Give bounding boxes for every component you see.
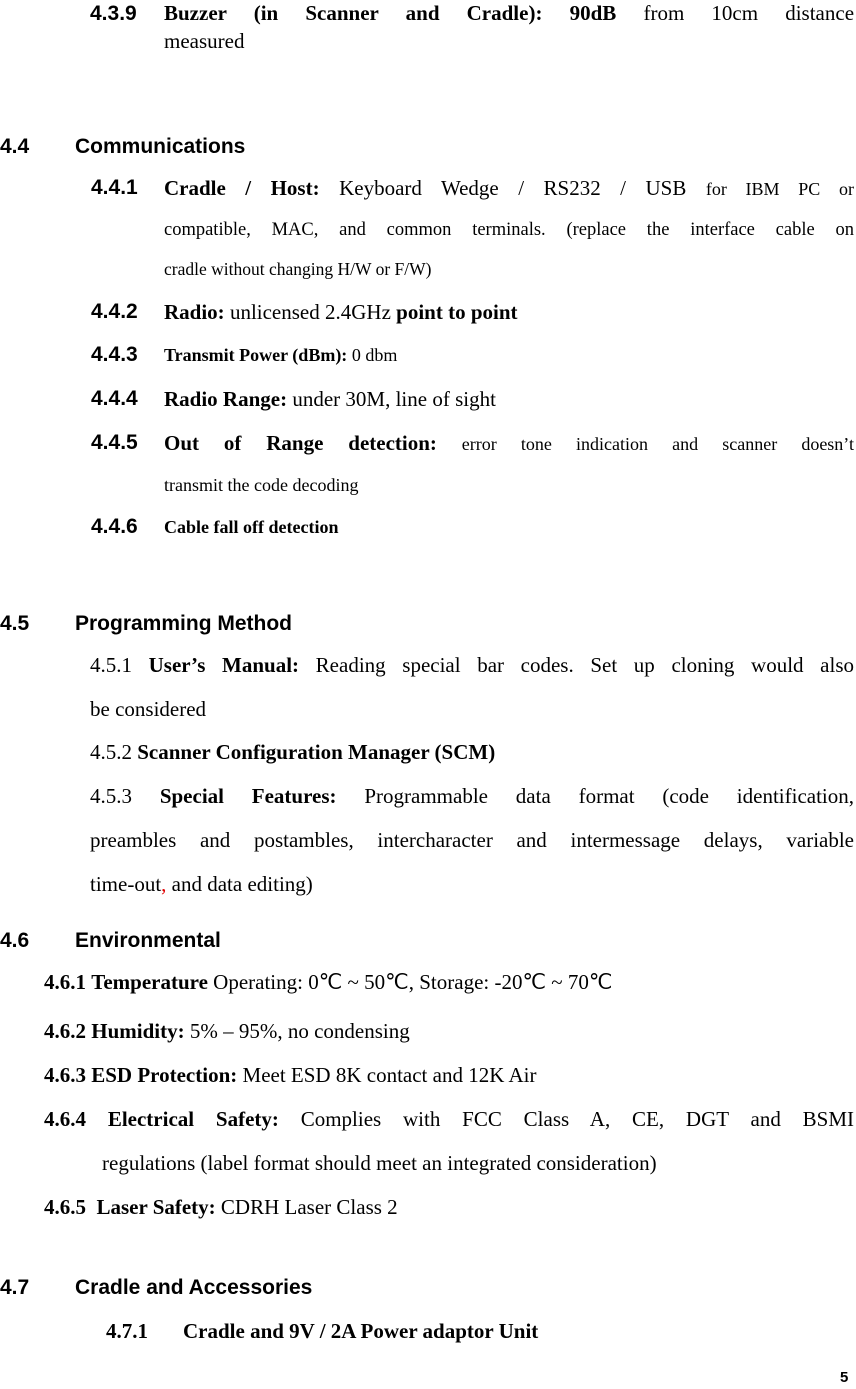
item-number: 4.4.5 bbox=[91, 431, 138, 454]
item-text-line2: compatible, MAC, and common terminals. (… bbox=[164, 220, 854, 240]
item-number: 4.4.2 bbox=[91, 300, 138, 323]
item-label: Cable fall off detection bbox=[164, 517, 339, 537]
page-number: 5 bbox=[840, 1369, 849, 1386]
item-number: 4.6.3 bbox=[44, 1063, 86, 1087]
item-text-small: for IBM PC or bbox=[705, 179, 854, 199]
item-text: from 10cm distance bbox=[643, 1, 855, 25]
item-text-line2: measured bbox=[164, 29, 245, 53]
item-number: 4.5.2 bbox=[90, 740, 132, 764]
item-number: 4.4.6 bbox=[91, 515, 138, 538]
text-part: and data editing) bbox=[166, 872, 313, 896]
item-text: Transmit Power (dBm): 0 dbm bbox=[164, 345, 397, 366]
item-text-line3: cradle without changing H/W or F/W) bbox=[164, 259, 432, 279]
item-number: 4.3.9 bbox=[90, 2, 137, 25]
item-text-line3: time-out, and data editing) bbox=[90, 872, 313, 897]
item-text-line2: preambles and postambles, intercharacter… bbox=[90, 828, 854, 852]
item-value: Meet ESD 8K contact and 12K Air bbox=[242, 1063, 537, 1087]
item-text-line1: Buzzer (in Scanner and Cradle): 90dB fro… bbox=[164, 1, 854, 26]
item-number: 4.6.1 bbox=[44, 970, 86, 994]
item-value: Programmable data format (code identific… bbox=[364, 784, 855, 808]
item-text: 4.6.5 Laser Safety: CDRH Laser Class 2 bbox=[44, 1195, 398, 1220]
item-label: Radio: bbox=[164, 300, 225, 324]
item-text-line1: 4.6.4 Electrical Safety: Complies with F… bbox=[44, 1107, 854, 1132]
item-text: 4.6.2 Humidity: 5% – 95%, no condensing bbox=[44, 1019, 410, 1044]
section-number: 4.6 bbox=[0, 929, 30, 952]
item-label: Radio Range: bbox=[164, 387, 288, 411]
section-number: 4.4 bbox=[0, 135, 30, 158]
item-number: 4.6.5 bbox=[44, 1195, 86, 1219]
item-number: 4.6.2 bbox=[44, 1019, 86, 1043]
item-number: 4.4.4 bbox=[91, 387, 138, 410]
item-text: 4.6.1 Temperature Operating: 0℃ ~ 50℃, S… bbox=[44, 970, 613, 995]
section-number: 4.5 bbox=[0, 612, 30, 635]
item-label: Laser Safety: bbox=[96, 1195, 216, 1219]
item-label: Out of Range detection: bbox=[164, 431, 437, 455]
item-label: Special Features: bbox=[159, 784, 337, 808]
section-number: 4.7 bbox=[0, 1276, 30, 1299]
item-text: Radio Range: under 30M, line of sight bbox=[164, 387, 496, 412]
item-text: Keyboard Wedge / RS232 / USB bbox=[339, 176, 687, 200]
item-value: unlicensed 2.4GHz bbox=[229, 300, 391, 324]
item-bold-tail: point to point bbox=[396, 300, 518, 324]
item-text-line1: 4.5.1 User’s Manual: Reading special bar… bbox=[90, 653, 854, 678]
item-text: Radio: unlicensed 2.4GHz point to point bbox=[164, 300, 518, 325]
item-label: ESD Protection: bbox=[91, 1063, 238, 1087]
item-value: 5% – 95%, no condensing bbox=[189, 1019, 410, 1043]
item-label: Cradle / Host: bbox=[164, 176, 320, 200]
section-title: Environmental bbox=[75, 929, 221, 952]
item-value: Operating: 0℃ ~ 50℃, Storage: -20℃ ~ 70℃ bbox=[213, 970, 613, 994]
text-part: time-out bbox=[90, 872, 162, 896]
item-number: 4.5.3 bbox=[90, 784, 132, 808]
item-number: 4.6.4 bbox=[44, 1107, 86, 1131]
item-text: 4.5.2 Scanner Configuration Manager (SCM… bbox=[90, 740, 495, 765]
section-title: Programming Method bbox=[75, 612, 293, 635]
item-value: Complies with FCC Class A, CE, DGT and B… bbox=[300, 1107, 854, 1131]
item-text-line1: 4.5.3 Special Features: Programmable dat… bbox=[90, 784, 854, 809]
item-number: 4.4.1 bbox=[91, 176, 138, 199]
item-value: Reading special bar codes. Set up clonin… bbox=[315, 653, 855, 677]
item-value: under 30M, line of sight bbox=[292, 387, 496, 411]
item-number: 4.7.1 bbox=[106, 1319, 148, 1343]
item-label: Buzzer (in Scanner and Cradle): 90dB bbox=[164, 1, 617, 25]
section-title: Cradle and Accessories bbox=[75, 1276, 313, 1299]
item-label: Temperature bbox=[91, 970, 208, 994]
item-text-line1: Cradle / Host: Keyboard Wedge / RS232 / … bbox=[164, 176, 854, 201]
item-label: User’s Manual: bbox=[148, 653, 300, 677]
item-value: error tone indication and scanner doesn’… bbox=[461, 434, 854, 454]
item-value: CDRH Laser Class 2 bbox=[220, 1195, 398, 1219]
item-number: 4.4.3 bbox=[91, 343, 138, 366]
item-label: Scanner Configuration Manager (SCM) bbox=[137, 740, 496, 764]
item-text-line2: transmit the code decoding bbox=[164, 475, 359, 495]
item-label: Transmit Power (dBm): bbox=[164, 345, 348, 365]
section-title: Communications bbox=[75, 135, 246, 158]
item-text-line2: be considered bbox=[90, 697, 207, 721]
item-label: Humidity: bbox=[91, 1019, 185, 1043]
item-label: Electrical Safety: bbox=[107, 1107, 279, 1131]
item-text: 4.6.3 ESD Protection: Meet ESD 8K contac… bbox=[44, 1063, 536, 1088]
item-text-line2: regulations (label format should meet an… bbox=[102, 1151, 657, 1175]
item-number: 4.5.1 bbox=[90, 653, 132, 677]
item-value: 0 dbm bbox=[351, 345, 398, 365]
item-text-line1: Out of Range detection: error tone indic… bbox=[164, 431, 854, 456]
item-label: Cradle and 9V / 2A Power adaptor Unit bbox=[183, 1319, 539, 1343]
